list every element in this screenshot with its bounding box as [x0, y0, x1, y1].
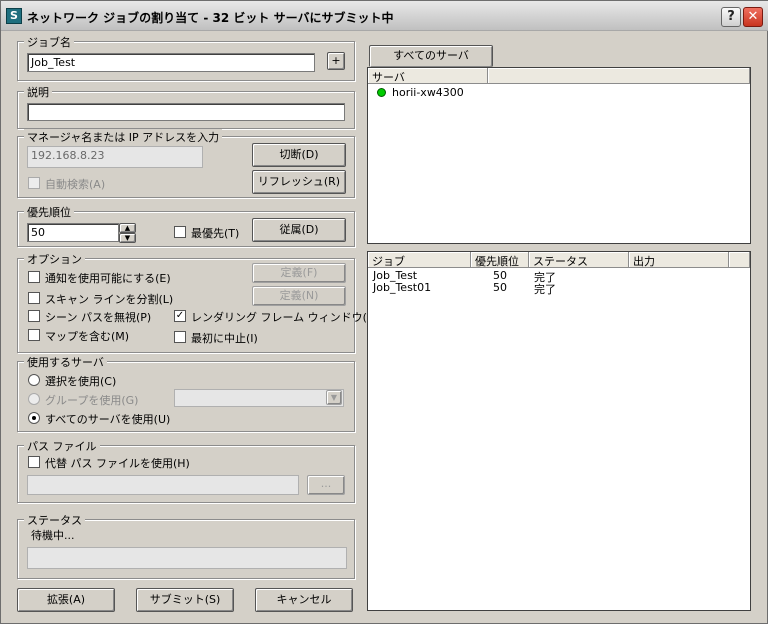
- help-button[interactable]: ?: [721, 7, 741, 27]
- highest-priority-checkbox[interactable]: [174, 226, 186, 238]
- ignore-scene-path-checkbox[interactable]: [28, 310, 40, 322]
- define-f-button[interactable]: 定義(F): [252, 263, 346, 283]
- network-job-assignment-window: S ネットワーク ジョブの割り当て - 32 ビット サーバにサブミット中 ? …: [0, 0, 768, 624]
- job-col-header[interactable]: ジョブ: [368, 252, 471, 268]
- priority-input[interactable]: 50: [27, 223, 119, 242]
- notify-label: 通知を使用可能にする(E): [45, 272, 171, 285]
- cancel-button[interactable]: キャンセル: [255, 588, 353, 612]
- chevron-down-icon[interactable]: ▼: [326, 390, 342, 405]
- job-name-input[interactable]: Job_Test: [27, 53, 315, 72]
- use-selected-radio[interactable]: [28, 374, 40, 386]
- job-row-name[interactable]: Job_Test01: [373, 281, 431, 294]
- priority-spin-up[interactable]: ▲: [119, 223, 136, 233]
- priority-legend: 優先順位: [24, 204, 74, 220]
- alt-path-label: 代替 パス ファイルを使用(H): [45, 457, 190, 470]
- window-title: ネットワーク ジョブの割り当て - 32 ビット サーバにサブミット中: [27, 11, 394, 25]
- alt-path-checkbox[interactable]: [28, 456, 40, 468]
- auto-search-label: 自動検索(A): [45, 178, 106, 191]
- job-name-plus-button[interactable]: +: [327, 52, 345, 70]
- use-all-label: すべてのサーバを使用(U): [45, 413, 171, 426]
- use-selected-label: 選択を使用(C): [45, 375, 117, 388]
- server-group-dropdown[interactable]: [174, 389, 344, 407]
- auto-search-checkbox[interactable]: [28, 177, 40, 189]
- expand-button[interactable]: 拡張(A): [17, 588, 115, 612]
- status-col-header[interactable]: ステータス: [529, 252, 629, 268]
- split-scan-label: スキャン ラインを分割(L): [45, 293, 174, 306]
- path-file-input[interactable]: [27, 475, 299, 495]
- stop-first-label: 最初に中止(I): [191, 332, 258, 345]
- submit-button[interactable]: サブミット(S): [136, 588, 234, 612]
- server-list: サーバ horii-xw4300: [367, 67, 751, 244]
- rendering-frame-window-checkbox[interactable]: ✓: [174, 310, 186, 322]
- include-maps-checkbox[interactable]: [28, 329, 40, 341]
- job-row-priority: 50: [493, 281, 507, 294]
- refresh-button[interactable]: リフレッシュ(R): [252, 170, 346, 194]
- status-text: 待機中...: [31, 529, 75, 542]
- use-group-label: グループを使用(G): [45, 394, 139, 407]
- job-list: ジョブ 優先順位 ステータス 出力 Job_Test 50 完了 Job_Tes…: [367, 251, 751, 611]
- title-bar[interactable]: S ネットワーク ジョブの割り当て - 32 ビット サーバにサブミット中 ? …: [1, 1, 768, 31]
- app-icon: S: [6, 8, 22, 24]
- rendering-frame-window-label: レンダリング フレーム ウィンドウ(R): [191, 311, 379, 324]
- include-maps-label: マップを含む(M): [45, 330, 130, 343]
- close-button[interactable]: ✕: [743, 7, 763, 27]
- server-column-header-blank: [488, 68, 750, 84]
- use-group-radio[interactable]: [28, 393, 40, 405]
- disconnect-button[interactable]: 切断(D): [252, 143, 346, 167]
- tab-all-servers[interactable]: すべてのサーバ: [369, 45, 493, 67]
- ignore-scene-path-label: シーン パスを無視(P): [45, 311, 152, 324]
- manager-address-input[interactable]: 192.168.8.23: [27, 146, 203, 168]
- priority-spin-down[interactable]: ▼: [119, 233, 136, 243]
- description-input[interactable]: [27, 103, 345, 121]
- notify-checkbox[interactable]: [28, 271, 40, 283]
- path-file-legend: パス ファイル: [24, 438, 100, 454]
- browse-button[interactable]: ...: [307, 475, 345, 495]
- job-row-status: 完了: [534, 283, 556, 296]
- status-legend: ステータス: [24, 512, 85, 528]
- server-row-name[interactable]: horii-xw4300: [392, 86, 464, 99]
- dependency-button[interactable]: 従属(D): [252, 218, 346, 242]
- server-status-icon: [377, 88, 386, 97]
- job-col-header-blank: [729, 252, 750, 268]
- manager-legend: マネージャ名または IP アドレスを入力: [24, 129, 223, 145]
- status-progress-bar: [27, 547, 347, 569]
- priority-col-header[interactable]: 優先順位: [471, 252, 529, 268]
- output-col-header[interactable]: 出力: [629, 252, 729, 268]
- stop-first-checkbox[interactable]: [174, 331, 186, 343]
- description-legend: 説明: [24, 84, 52, 100]
- highest-priority-label: 最優先(T): [191, 227, 240, 240]
- options-legend: オプション: [24, 251, 85, 267]
- servers-legend: 使用するサーバ: [24, 354, 107, 370]
- define-n-button[interactable]: 定義(N): [252, 286, 346, 306]
- split-scan-checkbox[interactable]: [28, 292, 40, 304]
- job-name-legend: ジョブ名: [24, 34, 74, 50]
- server-column-header[interactable]: サーバ: [368, 68, 488, 84]
- use-all-radio[interactable]: [28, 412, 40, 424]
